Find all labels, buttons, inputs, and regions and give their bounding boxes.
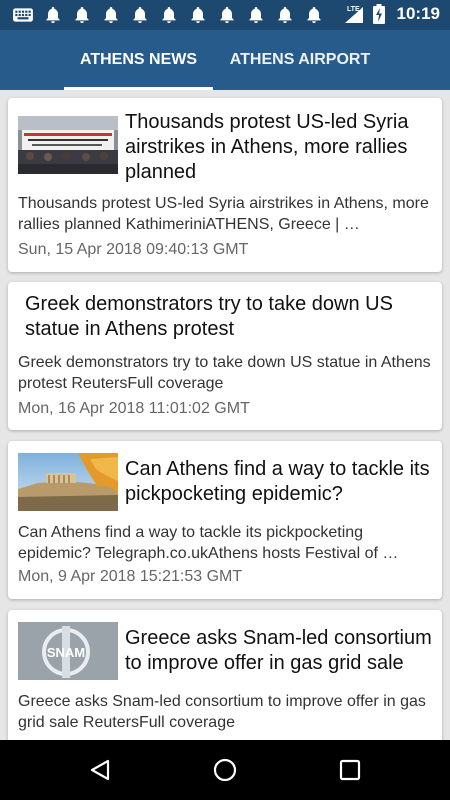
protest-photo <box>18 116 118 174</box>
snam-logo-text: SNAM <box>47 645 85 660</box>
news-card[interactable]: Can Athens find a way to tackle its pick… <box>8 441 442 599</box>
bell-icon <box>307 7 321 23</box>
back-icon[interactable] <box>88 758 112 782</box>
news-feed[interactable]: Thousands protest US-led Syria airstrike… <box>0 90 450 740</box>
navigation-bar <box>0 740 450 800</box>
article-title[interactable]: Can Athens find a way to tackle its pick… <box>125 457 435 507</box>
article-date: Mon, 9 Apr 2018 15:21:53 GMT <box>18 568 243 585</box>
bell-icon <box>220 7 234 23</box>
tab-athens-news[interactable]: ATHENS NEWS <box>64 30 213 90</box>
recents-icon[interactable] <box>338 758 362 782</box>
acropolis-photo <box>18 453 118 511</box>
news-card[interactable]: Thousands protest US-led Syria airstrike… <box>8 98 442 272</box>
bell-icon <box>162 7 176 23</box>
lte-signal-icon: LTE <box>344 6 363 23</box>
article-summary: Can Athens find a way to tackle its pick… <box>18 524 399 562</box>
snam-logo-photo: SNAM <box>18 622 118 680</box>
article-title[interactable]: Greece asks Snam-led consortium to impro… <box>125 626 435 676</box>
bell-icon <box>75 7 89 23</box>
bell-icon <box>133 7 147 23</box>
status-indicators: LTE 10:19 <box>343 4 440 24</box>
tab-athens-airport[interactable]: ATHENS AIRPORT <box>220 30 380 90</box>
article-summary: Thousands protest US-led Syria airstrike… <box>18 195 429 233</box>
article-date: Sun, 15 Apr 2018 09:40:13 GMT <box>18 241 249 258</box>
bell-icon <box>191 7 205 23</box>
article-date: Mon, 16 Apr 2018 11:01:02 GMT <box>18 400 250 417</box>
tab-bar: ATHENS NEWS ATHENS AIRPORT <box>0 30 450 90</box>
notification-icons <box>12 6 334 24</box>
home-icon[interactable] <box>213 758 237 782</box>
bell-icon <box>278 7 292 23</box>
news-card[interactable]: SNAM Greece asks Snam-led consortium to … <box>8 610 442 740</box>
bell-icon <box>104 7 118 23</box>
bell-icon <box>249 7 263 23</box>
article-summary: Greece asks Snam-led consortium to impro… <box>18 693 426 731</box>
bell-icon <box>46 7 60 23</box>
battery-charging-icon <box>372 4 385 24</box>
news-card[interactable]: Greek demonstrators try to take down US … <box>8 282 442 430</box>
status-time: 10:19 <box>396 4 440 23</box>
article-title[interactable]: Thousands protest US-led Syria airstrike… <box>125 110 433 185</box>
article-title[interactable]: Greek demonstrators try to take down US … <box>25 292 430 342</box>
keyboard-icon <box>13 8 33 22</box>
status-bar: LTE 10:19 <box>0 0 450 30</box>
article-summary: Greek demonstrators try to take down US … <box>18 354 431 392</box>
